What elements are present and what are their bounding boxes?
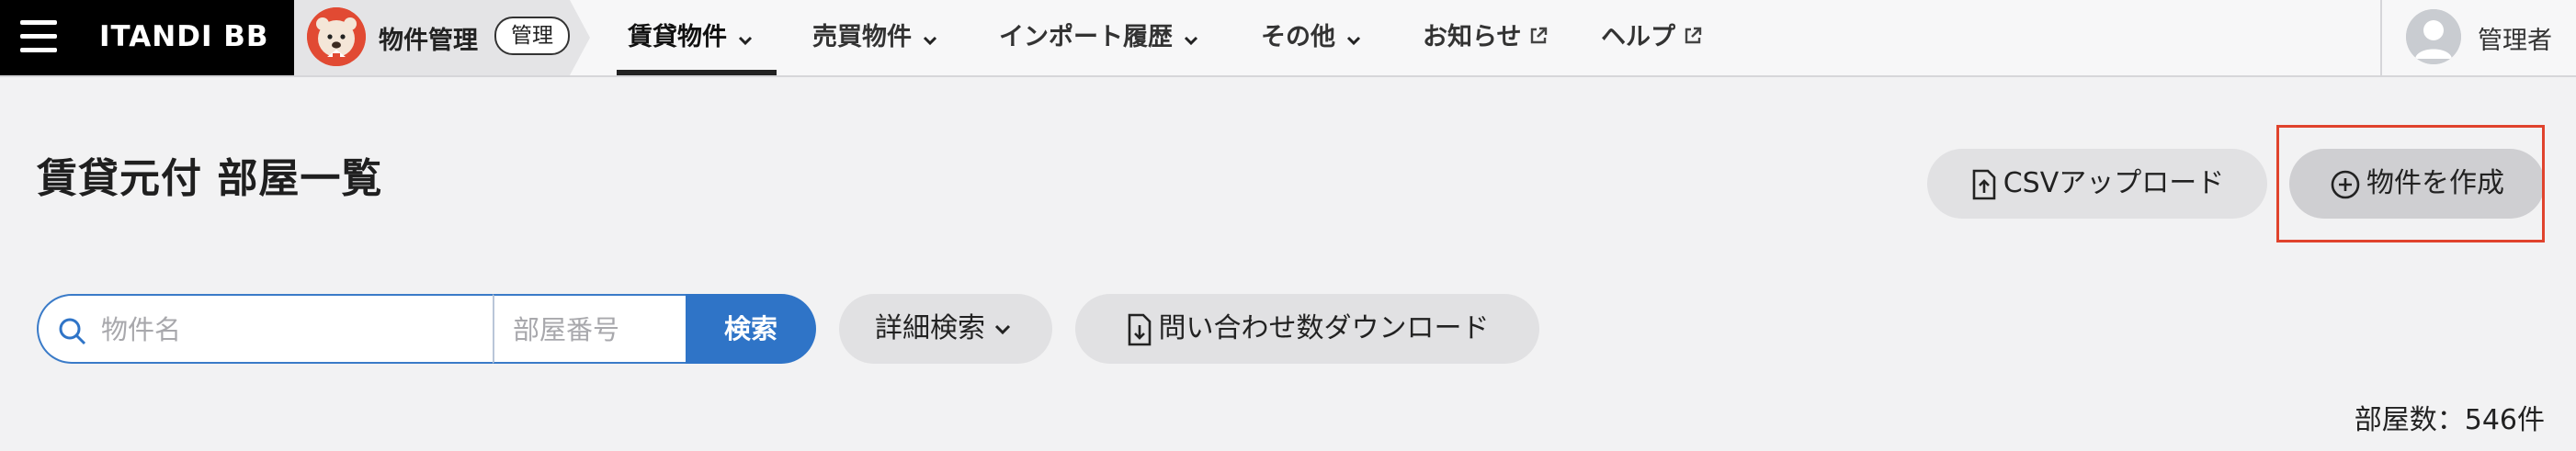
nav-item-import-history[interactable]: インポート履歴 bbox=[999, 0, 1198, 75]
nav-item-label: インポート履歴 bbox=[999, 23, 1173, 51]
highlight-frame bbox=[2276, 125, 2545, 242]
chevron-down-icon bbox=[1346, 1, 1361, 76]
brand-logo[interactable]: ITANDI BB bbox=[99, 20, 269, 53]
external-link-icon bbox=[1683, 1, 1703, 76]
advanced-search-label: 詳細検索 bbox=[875, 312, 985, 344]
nav-item-label: ヘルプ bbox=[1601, 23, 1675, 51]
chevron-down-icon bbox=[1184, 1, 1198, 76]
page-title: 賃貸元付 部屋一覧 bbox=[37, 155, 383, 202]
upload-icon bbox=[1970, 167, 2003, 199]
nav-item-label: その他 bbox=[1261, 23, 1335, 51]
room-number-input[interactable] bbox=[513, 298, 678, 362]
inquiry-download-label: 問い合わせ数ダウンロード bbox=[1158, 312, 1490, 344]
chevron-down-icon bbox=[923, 1, 937, 76]
top-nav-bar: ITANDI BB 物件管理 管理 賃貸物件 売買物件 インポート履歴 その他 bbox=[0, 0, 2576, 77]
csv-upload-button[interactable]: CSVアップロード bbox=[1927, 149, 2267, 219]
nav-item-rental[interactable]: 賃貸物件 bbox=[617, 0, 777, 76]
nav-item-label: お知らせ bbox=[1423, 23, 1522, 51]
brand-block: ITANDI BB bbox=[0, 0, 294, 75]
chevron-down-icon bbox=[738, 1, 753, 76]
advanced-search-button[interactable]: 詳細検索 bbox=[839, 294, 1052, 364]
user-menu[interactable]: 管理者 bbox=[2380, 0, 2576, 75]
room-count: 部屋数：546件 bbox=[2354, 404, 2545, 436]
chevron-down-icon bbox=[994, 312, 1016, 344]
download-icon bbox=[1126, 312, 1159, 345]
search-button[interactable]: 検索 bbox=[686, 294, 816, 364]
inquiry-download-button[interactable]: 問い合わせ数ダウンロード bbox=[1075, 294, 1539, 364]
user-avatar-icon bbox=[2406, 9, 2461, 64]
nav-item-sale[interactable]: 売買物件 bbox=[812, 0, 937, 75]
admin-badge: 管理 bbox=[494, 17, 570, 55]
nav-item-help[interactable]: ヘルプ bbox=[1601, 0, 1703, 75]
property-name-input[interactable] bbox=[101, 298, 478, 362]
mascot-icon bbox=[307, 7, 366, 66]
product-switcher[interactable]: 物件管理 管理 bbox=[294, 0, 590, 75]
search-group: 検索 bbox=[37, 294, 816, 364]
csv-upload-label: CSVアップロード bbox=[2003, 167, 2225, 199]
user-name: 管理者 bbox=[2478, 27, 2552, 55]
product-title: 物件管理 bbox=[379, 27, 478, 55]
nav-item-other[interactable]: その他 bbox=[1261, 0, 1361, 75]
nav-item-label: 売買物件 bbox=[812, 23, 912, 51]
nav-item-label: 賃貸物件 bbox=[628, 23, 727, 51]
menu-icon[interactable] bbox=[20, 20, 57, 53]
property-search-box[interactable] bbox=[37, 294, 493, 364]
room-number-box[interactable] bbox=[493, 294, 687, 364]
nav-item-news[interactable]: お知らせ bbox=[1423, 0, 1549, 75]
external-link-icon bbox=[1528, 1, 1549, 76]
